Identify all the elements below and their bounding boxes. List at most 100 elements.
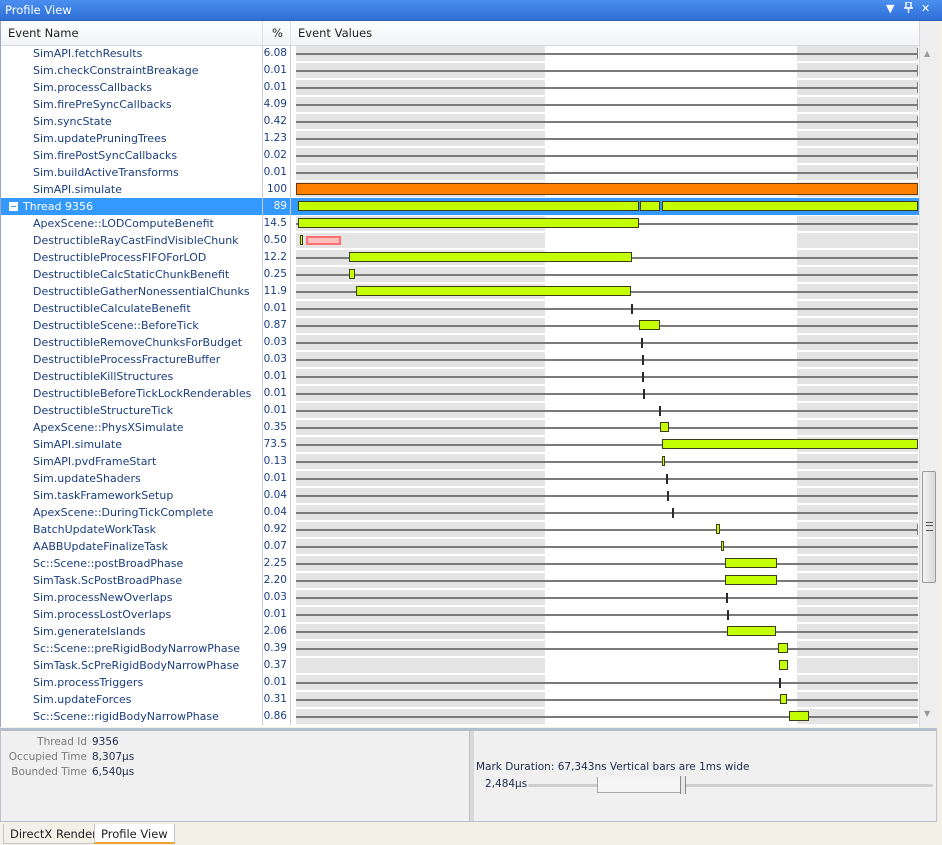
timing-tick[interactable] <box>643 389 646 399</box>
timing-bar[interactable] <box>778 643 788 653</box>
timing-bar[interactable] <box>721 541 725 551</box>
event-timeline[interactable] <box>291 691 919 708</box>
tab-directx-render[interactable]: DirectX Render <box>3 824 104 844</box>
event-timeline[interactable] <box>291 521 919 538</box>
timing-bar[interactable] <box>660 422 670 432</box>
timing-bar[interactable] <box>778 660 788 670</box>
timing-bar[interactable] <box>788 711 810 721</box>
timing-tick[interactable] <box>671 508 674 518</box>
root-timing-bar[interactable] <box>296 183 918 195</box>
table-row[interactable]: ApexScene::PhysXSimulate 0.35 <box>1 419 919 436</box>
table-row[interactable]: DestructibleProcessFractureBuffer 0.03 <box>1 351 919 368</box>
table-row[interactable]: DestructibleCalculateBenefit 0.01 <box>1 300 919 317</box>
event-timeline[interactable] <box>291 385 919 402</box>
thread-row[interactable]: Thread 9356 89 <box>1 198 919 215</box>
table-row[interactable]: DestructibleProcessFIFOForLOD 12.2 <box>1 249 919 266</box>
timing-bar[interactable] <box>639 201 661 211</box>
zoom-slider-handle[interactable] <box>679 776 686 794</box>
event-timeline[interactable] <box>291 266 919 283</box>
table-row[interactable]: DestructibleKillStructures 0.01 <box>1 368 919 385</box>
table-row[interactable]: DestructibleBeforeTickLockRenderables 0.0… <box>1 385 919 402</box>
table-row[interactable]: Sim.taskFrameworkSetup 0.04 <box>1 487 919 504</box>
table-row[interactable]: Sim.updatePruningTrees 1.23 <box>1 130 919 147</box>
timing-tick[interactable] <box>630 304 633 314</box>
table-row[interactable]: Sim.checkConstraintBreakage 0.01 <box>1 62 919 79</box>
table-row[interactable]: SimAPI.simulate 100 <box>1 181 919 198</box>
timing-bar[interactable] <box>727 626 777 636</box>
timing-bar[interactable] <box>348 269 356 279</box>
vertical-scrollbar[interactable]: ▲ ▼ <box>919 21 939 727</box>
timing-tick[interactable] <box>659 406 662 416</box>
table-row[interactable]: Sc::Scene::rigidBodyNarrowPhase 0.86 <box>1 708 919 725</box>
table-row[interactable]: Sim.processTriggers 0.01 <box>1 674 919 691</box>
column-header-event-name[interactable]: Event Name <box>1 21 263 45</box>
event-timeline[interactable] <box>291 453 919 470</box>
table-row[interactable]: BatchUpdateWorkTask 0.92 <box>1 521 919 538</box>
timing-tick[interactable] <box>727 610 730 620</box>
table-row[interactable]: DestructibleRayCastFindVisibleChunk 0.50 <box>1 232 919 249</box>
table-row[interactable]: Sim.firePostSyncCallbacks 0.02 <box>1 147 919 164</box>
timing-bar[interactable] <box>661 439 918 449</box>
tab-profile-view[interactable]: Profile View <box>94 824 175 844</box>
event-timeline[interactable] <box>291 147 919 164</box>
timing-tick[interactable] <box>667 491 670 501</box>
timing-bar[interactable] <box>355 286 632 296</box>
event-timeline[interactable] <box>291 249 919 266</box>
table-row[interactable]: Sim.buildActiveTransforms 0.01 <box>1 164 919 181</box>
column-header-event-values[interactable]: Event Values <box>291 21 919 45</box>
table-row[interactable]: Sim.processNewOverlaps 0.03 <box>1 589 919 606</box>
table-row[interactable]: Sim.processLostOverlaps 0.01 <box>1 606 919 623</box>
event-timeline[interactable] <box>291 181 919 198</box>
event-timeline[interactable] <box>291 538 919 555</box>
event-timeline[interactable] <box>291 45 919 62</box>
event-timeline[interactable] <box>291 504 919 521</box>
table-row[interactable]: Sim.updateShaders 0.01 <box>1 470 919 487</box>
timing-bar[interactable] <box>716 524 721 534</box>
timing-tick[interactable] <box>778 678 781 688</box>
scrollbar-thumb[interactable] <box>922 471 936 583</box>
event-timeline[interactable] <box>291 215 919 232</box>
table-row[interactable]: AABBUpdateFinalizeTask 0.07 <box>1 538 919 555</box>
zoom-slider-range[interactable] <box>596 777 682 793</box>
timing-bar[interactable] <box>779 694 788 704</box>
event-timeline[interactable] <box>291 589 919 606</box>
event-timeline[interactable] <box>291 708 919 725</box>
table-row[interactable]: DestructibleGatherNonessentialChunks 11.9 <box>1 283 919 300</box>
timing-overlay-bar[interactable] <box>305 236 341 245</box>
event-timeline[interactable] <box>291 674 919 691</box>
timing-bar[interactable] <box>300 235 304 245</box>
timing-bar[interactable] <box>661 456 666 466</box>
event-timeline[interactable] <box>291 96 919 113</box>
timing-bar[interactable] <box>724 558 778 568</box>
event-timeline[interactable] <box>291 572 919 589</box>
event-timeline[interactable] <box>291 606 919 623</box>
scroll-up-icon[interactable]: ▲ <box>924 49 930 58</box>
event-timeline[interactable] <box>291 555 919 572</box>
scroll-down-icon[interactable]: ▼ <box>924 709 930 718</box>
zoom-slider-track[interactable] <box>528 784 933 787</box>
timing-bar[interactable] <box>348 252 632 262</box>
table-row[interactable]: ApexScene::DuringTickComplete 0.04 <box>1 504 919 521</box>
event-timeline[interactable] <box>291 130 919 147</box>
panel-splitter[interactable] <box>469 731 474 821</box>
timing-tick[interactable] <box>642 372 645 382</box>
event-timeline[interactable] <box>291 317 919 334</box>
timing-bar[interactable] <box>297 201 639 211</box>
table-row[interactable]: DestructibleStructureTick 0.01 <box>1 402 919 419</box>
event-timeline[interactable] <box>291 657 919 674</box>
event-timeline[interactable] <box>291 79 919 96</box>
table-row[interactable]: Sim.updateForces 0.31 <box>1 691 919 708</box>
event-timeline[interactable] <box>291 164 919 181</box>
event-timeline[interactable] <box>291 232 919 249</box>
close-icon[interactable]: ✕ <box>921 2 930 15</box>
event-timeline[interactable] <box>291 436 919 453</box>
timing-tick[interactable] <box>666 474 669 484</box>
table-row[interactable]: Sim.generateIslands 2.06 <box>1 623 919 640</box>
pin-icon[interactable] <box>904 1 913 16</box>
event-timeline[interactable] <box>291 62 919 79</box>
event-timeline[interactable] <box>291 300 919 317</box>
table-row[interactable]: SimAPI.pvdFrameStart 0.13 <box>1 453 919 470</box>
table-row[interactable]: Sc::Scene::preRigidBodyNarrowPhase 0.39 <box>1 640 919 657</box>
table-row[interactable]: SimTask.ScPreRigidBodyNarrowPhase 0.37 <box>1 657 919 674</box>
event-timeline[interactable] <box>291 419 919 436</box>
